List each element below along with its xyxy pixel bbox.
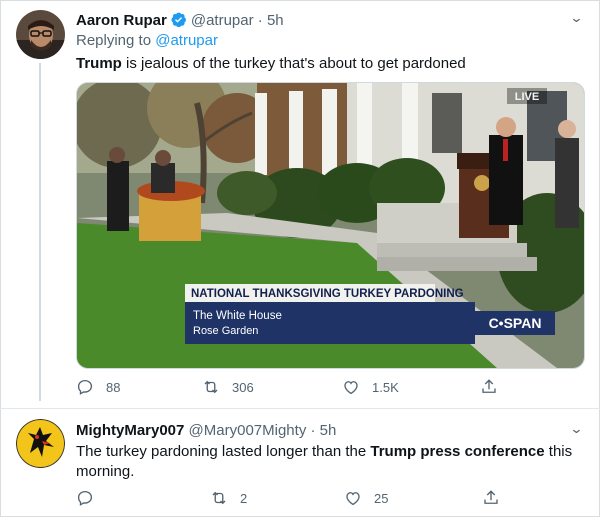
retweet-count: 306	[232, 379, 254, 395]
tweet-header: Aaron Rupar @atrupar · 5h	[76, 11, 284, 32]
author-handle[interactable]: @atrupar	[191, 12, 254, 29]
retweet-button[interactable]: 306	[202, 378, 254, 396]
tweet-timestamp[interactable]: 5h	[267, 12, 284, 29]
cspan-logo: C•SPAN	[489, 315, 542, 331]
replying-to-line: Replying to @atrupar	[76, 32, 218, 49]
replying-to-handle-link[interactable]: @atrupar	[155, 32, 218, 49]
tweet-text-bold-keyword: Trump	[76, 55, 122, 72]
video-player[interactable]: LIVE NATIONAL THANKSGIVING TURKEY PARDON…	[76, 82, 585, 369]
retweet-button[interactable]: 2	[210, 489, 247, 507]
share-button[interactable]	[480, 378, 510, 396]
tweet-text-bold-keyword: Trump press conference	[370, 443, 545, 460]
author-name[interactable]: Aaron Rupar	[76, 12, 167, 29]
share-icon	[482, 379, 496, 393]
reply-icon	[77, 490, 93, 506]
banner-line1: The White House	[193, 310, 282, 322]
retweet-icon	[212, 491, 226, 505]
share-button[interactable]	[482, 489, 512, 507]
tweet-text: Trump is jealous of the turkey that's ab…	[76, 54, 466, 74]
like-button[interactable]: 25	[344, 489, 388, 507]
avatar-aaron-rupar[interactable]	[16, 10, 65, 59]
banner-line2: Rose Garden	[193, 325, 258, 337]
tweet-timestamp[interactable]: 5h	[320, 422, 337, 439]
chevron-down-icon[interactable]: ⌄	[569, 10, 583, 26]
tweet-text-part-1: The turkey pardoning lasted longer than …	[76, 443, 371, 460]
like-count: 25	[374, 490, 389, 506]
author-handle[interactable]: @Mary007Mighty	[189, 422, 307, 439]
reply-button[interactable]: 88	[76, 378, 120, 396]
replying-to-label: Replying to	[76, 32, 152, 49]
like-button[interactable]: 1.5K	[342, 378, 399, 396]
reply-button[interactable]	[76, 489, 106, 507]
live-badge: LIVE	[515, 91, 539, 103]
retweet-count: 2	[240, 490, 248, 506]
author-name[interactable]: MightyMary007	[76, 422, 184, 439]
share-icon	[484, 490, 498, 504]
tweet-mightymary007[interactable]: MightyMary007 @Mary007Mighty · 5h ⌄ The …	[0, 408, 600, 518]
verified-badge-icon	[170, 11, 187, 32]
like-count: 1.5K	[372, 379, 399, 395]
tweet-header: MightyMary007 @Mary007Mighty · 5h	[76, 422, 337, 439]
tweet-text-rest: is jealous of the turkey that's about to…	[121, 55, 466, 72]
avatar-mightymary007[interactable]	[16, 419, 65, 468]
chevron-down-icon[interactable]: ⌄	[569, 421, 583, 437]
tweet-action-bar: 88 306 1.5K	[76, 378, 516, 400]
banner-title: NATIONAL THANKSGIVING TURKEY PARDONING	[191, 288, 464, 300]
reply-count: 88	[106, 379, 121, 395]
tweet-text: The turkey pardoning lasted longer than …	[76, 442, 576, 482]
tweet-action-bar: 2 25	[76, 489, 516, 511]
like-icon	[346, 492, 360, 506]
like-icon	[344, 381, 358, 395]
reply-icon	[77, 379, 93, 395]
retweet-icon	[204, 380, 218, 394]
video-frame-image: LIVE NATIONAL THANKSGIVING TURKEY PARDON…	[77, 83, 584, 368]
thread-connector-line	[39, 63, 41, 401]
tweet-aaron-rupar[interactable]: Aaron Rupar @atrupar · 5h ⌄ Replying to @…	[0, 0, 600, 408]
